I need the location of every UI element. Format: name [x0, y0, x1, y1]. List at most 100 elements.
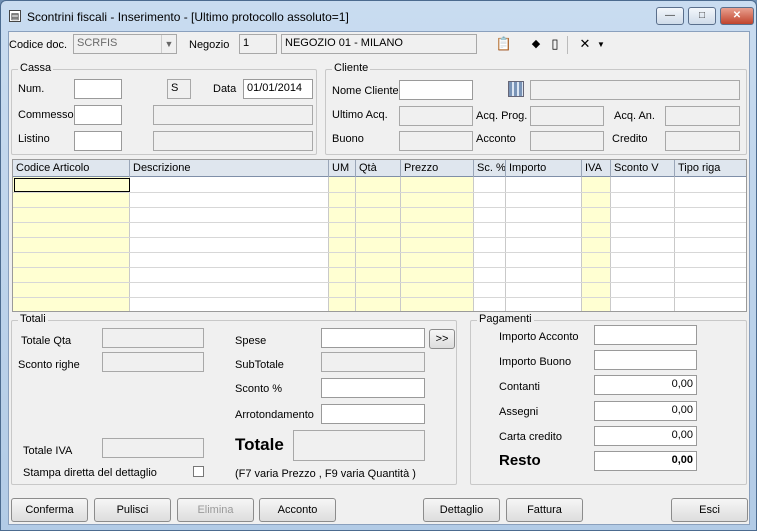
header-um[interactable]: UM: [329, 160, 356, 177]
assegni-field[interactable]: 0,00: [594, 401, 697, 421]
title-bar[interactable]: ▤ Scontrini fiscali - Inserimento - [Ult…: [1, 1, 756, 31]
grid-column-um[interactable]: [329, 177, 356, 311]
header-codice-articolo[interactable]: Codice Articolo: [13, 160, 130, 177]
grid-icon[interactable]: [508, 81, 524, 97]
esci-button[interactable]: Esci: [671, 498, 748, 522]
buono-field: [399, 131, 473, 151]
grid-column-prezzo[interactable]: [401, 177, 474, 311]
app-icon[interactable]: ▤: [9, 10, 21, 22]
grid-column-iva[interactable]: [582, 177, 611, 311]
contanti-field[interactable]: 0,00: [594, 375, 697, 395]
arrow-icon[interactable]: ◆: [527, 35, 545, 53]
maximize-button[interactable]: □: [688, 7, 716, 25]
pulisci-button[interactable]: Pulisci: [94, 498, 171, 522]
conferma-button[interactable]: Conferma: [11, 498, 88, 522]
header-iva[interactable]: IVA: [582, 160, 611, 177]
grid-column-sconto[interactable]: [474, 177, 506, 311]
acq-prog-field: [530, 106, 604, 126]
grid-column-qta[interactable]: [356, 177, 401, 311]
acconto-label: Acconto: [476, 133, 516, 145]
acq-an-field: [665, 106, 740, 126]
header-sconto-v[interactable]: Sconto V: [611, 160, 675, 177]
cancel-icon[interactable]: ✕: [576, 35, 594, 53]
negozio-label: Negozio: [189, 39, 230, 51]
close-button[interactable]: ✕: [720, 7, 754, 25]
header-importo[interactable]: Importo: [506, 160, 582, 177]
expand-spese-button[interactable]: >>: [429, 329, 455, 349]
arrotondamento-label: Arrotondamento: [235, 409, 314, 421]
grid-column-importo[interactable]: [506, 177, 582, 311]
header-sconto[interactable]: Sc. %: [474, 160, 506, 177]
grid-column-descrizione[interactable]: [130, 177, 329, 311]
panel-icon[interactable]: ▯: [546, 35, 564, 53]
header-qta[interactable]: Qtà: [356, 160, 401, 177]
credito-label: Credito: [612, 133, 648, 145]
grid-row-line: [13, 192, 746, 193]
clipboard-icon[interactable]: 📋: [495, 35, 513, 53]
stampa-dettaglio-checkbox[interactable]: [193, 466, 204, 477]
stampa-dettaglio-label: Stampa diretta del dettaglio: [23, 467, 157, 479]
grid-current-cell[interactable]: [14, 178, 130, 192]
importo-acconto-field[interactable]: [594, 325, 697, 345]
grid-row-line: [13, 237, 746, 238]
grid-row-line: [13, 297, 746, 298]
grid-row-line: [13, 222, 746, 223]
totale-label: Totale: [235, 435, 284, 454]
acq-an-label: Acq. An.: [614, 110, 655, 122]
importo-buono-field[interactable]: [594, 350, 697, 370]
resto-field: 0,00: [594, 451, 697, 471]
header-descrizione[interactable]: Descrizione: [130, 160, 329, 177]
grid-row-line: [13, 282, 746, 283]
acconto-field: [530, 131, 604, 151]
totale-iva-field: [102, 438, 204, 458]
sconto-righe-field: [102, 352, 204, 372]
elimina-button[interactable]: Elimina: [177, 498, 254, 522]
spese-field[interactable]: [321, 328, 425, 348]
grid-column-codice[interactable]: [13, 177, 130, 311]
carta-credito-label: Carta credito: [499, 431, 562, 443]
acconto-button[interactable]: Acconto: [259, 498, 336, 522]
header-prezzo[interactable]: Prezzo: [401, 160, 474, 177]
importo-acconto-label: Importo Acconto: [499, 331, 579, 343]
cassa-group-title: Cassa: [18, 62, 54, 74]
grid-column-sconto-v[interactable]: [611, 177, 675, 311]
application-window: ▤ Scontrini fiscali - Inserimento - [Ult…: [0, 0, 757, 531]
serie-field: S: [167, 79, 191, 99]
subtotale-field: [321, 352, 425, 372]
sconto-perc-field[interactable]: [321, 378, 425, 398]
items-grid[interactable]: Codice Articolo Descrizione UM Qtà Prezz…: [12, 159, 747, 312]
chevron-down-icon[interactable]: ▼: [161, 35, 176, 53]
contanti-label: Contanti: [499, 381, 540, 393]
grid-row-line: [13, 267, 746, 268]
header-tipo-riga[interactable]: Tipo riga: [675, 160, 746, 177]
assegni-label: Assegni: [499, 406, 539, 418]
num-label: Num.: [18, 83, 45, 95]
num-field[interactable]: [74, 79, 122, 99]
minimize-button[interactable]: —: [656, 7, 684, 25]
pagamenti-group-title: Pagamenti: [477, 313, 534, 325]
arrotondamento-field[interactable]: [321, 404, 425, 424]
acq-prog-label: Acq. Prog.: [476, 110, 528, 122]
nome-cliente-field[interactable]: [399, 80, 473, 100]
chevron-down-icon[interactable]: ▼: [597, 40, 605, 49]
ultimo-acq-field: [399, 106, 473, 126]
window-title: Scontrini fiscali - Inserimento - [Ultim…: [27, 10, 349, 24]
grid-column-tipo-riga[interactable]: [675, 177, 746, 311]
totali-group-title: Totali: [18, 313, 48, 325]
commesso-field[interactable]: [74, 105, 122, 125]
credito-field: [665, 131, 740, 151]
cliente-group-title: Cliente: [332, 62, 371, 74]
buono-label: Buono: [332, 133, 364, 145]
fattura-button[interactable]: Fattura: [506, 498, 583, 522]
data-field[interactable]: 01/01/2014: [243, 79, 313, 99]
commesso-name-field: [153, 105, 313, 125]
carta-credito-field[interactable]: 0,00: [594, 426, 697, 446]
commesso-label: Commesso: [18, 109, 74, 121]
resto-label: Resto: [499, 452, 541, 469]
totale-qta-label: Totale Qta: [21, 335, 72, 347]
form-client-area: Codice doc. SCRFIS ▼ Negozio 1 NEGOZIO 0…: [8, 31, 750, 525]
negozio-code-field[interactable]: 1: [239, 34, 277, 54]
listino-field[interactable]: [74, 131, 122, 151]
dettaglio-button[interactable]: Dettaglio: [423, 498, 500, 522]
grid-row-line: [13, 207, 746, 208]
